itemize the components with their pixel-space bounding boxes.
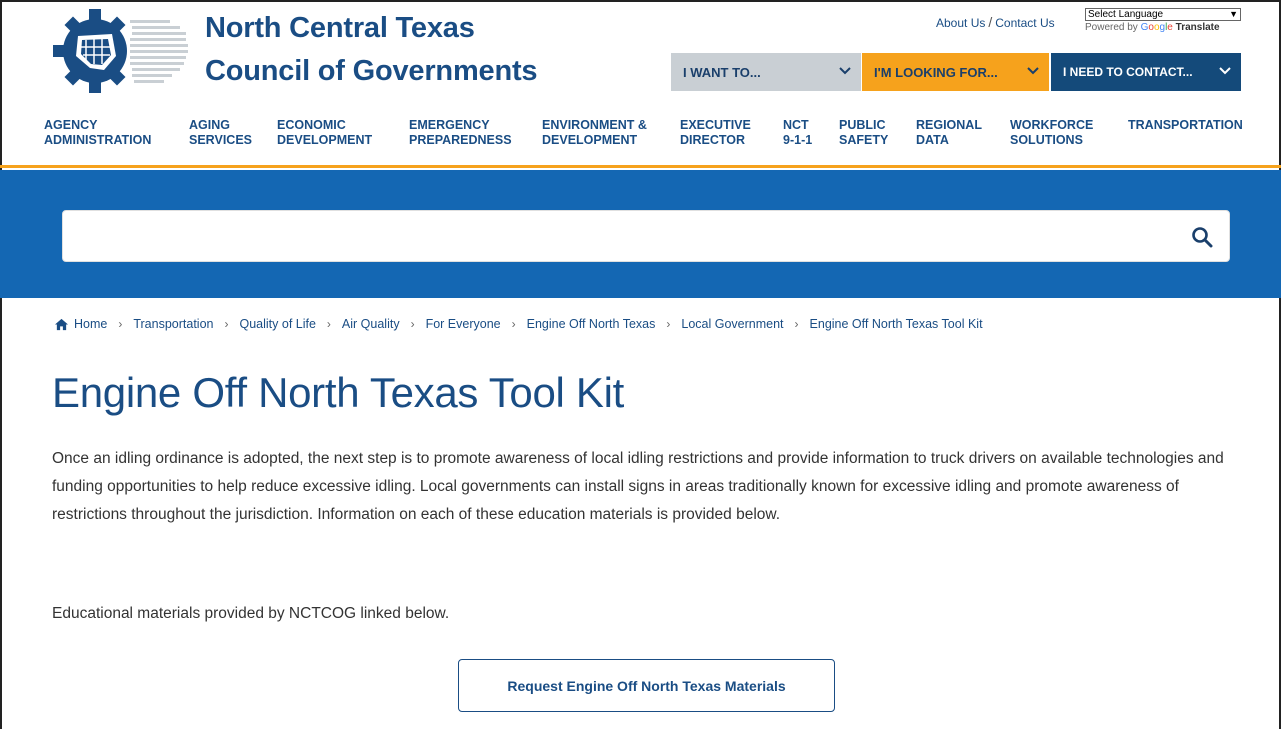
- intro-paragraph: Once an idling ordinance is adopted, the…: [52, 450, 1224, 523]
- i-need-to-contact-label: I NEED TO CONTACT...: [1063, 65, 1193, 79]
- google-translate-widget: Select Language ▼ Powered by Google Tran…: [1085, 8, 1241, 33]
- search-box: [62, 210, 1230, 262]
- breadcrumb: Home › Transportation › Quality of Life …: [54, 317, 983, 331]
- nav-item-regional-data[interactable]: REGIONAL DATA: [916, 118, 982, 148]
- nav-item-emergency-preparedness[interactable]: EMERGENCY PREPAREDNESS: [409, 118, 512, 148]
- contact-us-link[interactable]: Contact Us: [995, 16, 1054, 30]
- page-title: Engine Off North Texas Tool Kit: [52, 369, 625, 416]
- breadcrumb-air-quality[interactable]: Air Quality: [342, 317, 400, 331]
- home-icon[interactable]: [54, 318, 69, 331]
- nav-item-economic-development[interactable]: ECONOMIC DEVELOPMENT: [277, 118, 372, 148]
- chevron-down-icon: [839, 66, 851, 78]
- site-header: North Central Texas Council of Governmen…: [0, 0, 1281, 112]
- chevron-right-icon: ›: [118, 317, 123, 331]
- breadcrumb-quality-of-life[interactable]: Quality of Life: [239, 317, 315, 331]
- breadcrumb-current-page: Engine Off North Texas Tool Kit: [809, 317, 983, 331]
- powered-by-google: Powered by Google Translate: [1085, 22, 1241, 33]
- i-need-to-contact-dropdown[interactable]: I NEED TO CONTACT...: [1051, 53, 1241, 91]
- org-name-line2[interactable]: Council of Governments: [205, 55, 538, 88]
- utility-links: About Us / Contact Us: [936, 14, 1055, 30]
- chevron-down-icon: ▼: [1229, 9, 1238, 19]
- translate-link[interactable]: Translate: [1176, 22, 1220, 33]
- breadcrumb-local-government[interactable]: Local Government: [681, 317, 783, 331]
- language-select[interactable]: Select Language ▼: [1085, 8, 1241, 21]
- nav-item-workforce-solutions[interactable]: WORKFORCE SOLUTIONS: [1010, 118, 1093, 148]
- nav-item-public-safety[interactable]: PUBLIC SAFETY: [839, 118, 888, 148]
- nctcog-logo-icon[interactable]: [50, 6, 190, 96]
- search-input[interactable]: [73, 219, 1173, 253]
- chevron-right-icon: ›: [326, 317, 331, 331]
- org-name-line1[interactable]: North Central Texas: [205, 12, 475, 45]
- chevron-right-icon: ›: [794, 317, 799, 331]
- chevron-right-icon: ›: [224, 317, 229, 331]
- im-looking-for-label: I'M LOOKING FOR...: [874, 64, 998, 80]
- nav-item-nct-911[interactable]: NCT 9-1-1: [783, 118, 812, 148]
- materials-note: Educational materials provided by NCTCOG…: [52, 605, 450, 622]
- request-materials-label: Request Engine Off North Texas Materials: [507, 677, 786, 694]
- search-icon[interactable]: [1191, 226, 1213, 248]
- search-band: [0, 170, 1281, 298]
- i-want-to-dropdown[interactable]: I WANT TO...: [671, 53, 861, 91]
- nav-item-agency-administration[interactable]: AGENCY ADMINISTRATION: [44, 118, 151, 148]
- im-looking-for-dropdown[interactable]: I'M LOOKING FOR...: [862, 53, 1049, 91]
- about-us-link[interactable]: About Us: [936, 16, 985, 30]
- breadcrumb-home[interactable]: Home: [74, 317, 107, 331]
- breadcrumb-for-everyone[interactable]: For Everyone: [426, 317, 501, 331]
- request-materials-button[interactable]: Request Engine Off North Texas Materials: [458, 659, 835, 712]
- breadcrumb-transportation[interactable]: Transportation: [133, 317, 213, 331]
- nav-item-environment-development[interactable]: ENVIRONMENT & DEVELOPMENT: [542, 118, 647, 148]
- nav-item-aging-services[interactable]: AGING SERVICES: [189, 118, 252, 148]
- chevron-right-icon: ›: [666, 317, 671, 331]
- powered-by-text: Powered by: [1085, 22, 1138, 33]
- main-nav: AGENCY ADMINISTRATION AGING SERVICES ECONO…: [0, 114, 1281, 168]
- chevron-down-icon: [1219, 66, 1231, 78]
- nav-item-transportation[interactable]: TRANSPORTATION: [1128, 118, 1243, 133]
- language-select-value: Select Language: [1088, 9, 1164, 20]
- nav-item-executive-director[interactable]: EXECUTIVE DIRECTOR: [680, 118, 751, 148]
- chevron-right-icon: ›: [410, 317, 415, 331]
- i-want-to-label: I WANT TO...: [683, 64, 761, 80]
- breadcrumb-engine-off-north-texas[interactable]: Engine Off North Texas: [527, 317, 656, 331]
- chevron-right-icon: ›: [511, 317, 516, 331]
- link-separator: /: [988, 14, 993, 30]
- google-wordmark[interactable]: Google: [1141, 22, 1173, 33]
- chevron-down-icon: [1027, 66, 1039, 78]
